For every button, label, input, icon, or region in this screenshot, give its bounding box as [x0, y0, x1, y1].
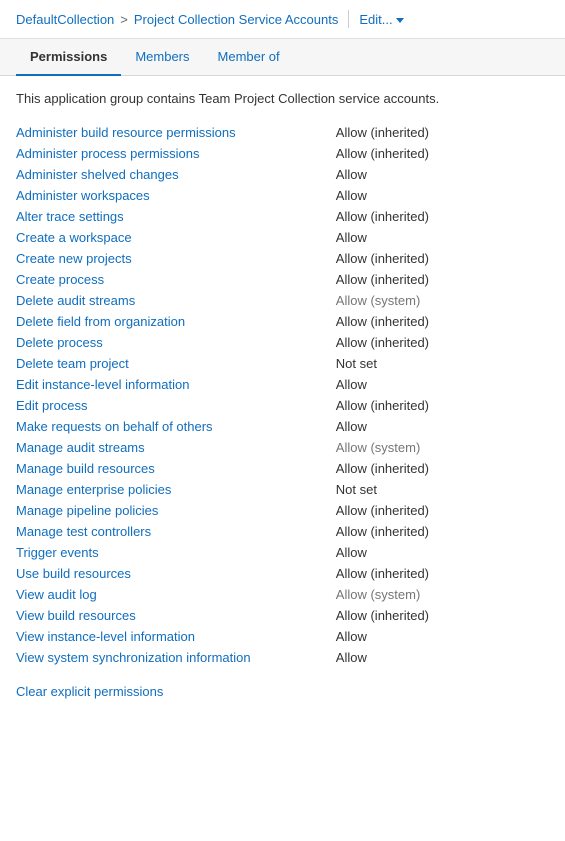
permission-name[interactable]: Manage build resources [16, 458, 336, 479]
permission-name[interactable]: View build resources [16, 605, 336, 626]
tab-permissions[interactable]: Permissions [16, 39, 121, 76]
permission-value: Allow [336, 647, 549, 668]
permission-value: Allow (inherited) [336, 563, 549, 584]
permission-name[interactable]: Delete team project [16, 353, 336, 374]
table-row: Edit instance-level informationAllow [16, 374, 549, 395]
table-row: View audit logAllow (system) [16, 584, 549, 605]
permission-value: Allow [336, 542, 549, 563]
permission-value: Allow (inherited) [336, 206, 549, 227]
main-content: This application group contains Team Pro… [0, 76, 565, 713]
group-description: This application group contains Team Pro… [16, 90, 549, 108]
permission-name[interactable]: Manage audit streams [16, 437, 336, 458]
table-row: Create a workspaceAllow [16, 227, 549, 248]
permission-value: Allow (inherited) [336, 143, 549, 164]
table-row: Delete field from organizationAllow (inh… [16, 311, 549, 332]
permission-value: Allow (inherited) [336, 500, 549, 521]
permission-value: Allow [336, 416, 549, 437]
table-row: View build resourcesAllow (inherited) [16, 605, 549, 626]
table-row: Make requests on behalf of othersAllow [16, 416, 549, 437]
table-row: Delete processAllow (inherited) [16, 332, 549, 353]
table-row: Delete audit streamsAllow (system) [16, 290, 549, 311]
table-row: Manage audit streamsAllow (system) [16, 437, 549, 458]
table-row: Create processAllow (inherited) [16, 269, 549, 290]
permission-name[interactable]: Edit instance-level information [16, 374, 336, 395]
chevron-down-icon [396, 18, 404, 23]
table-row: Administer process permissionsAllow (inh… [16, 143, 549, 164]
permission-name[interactable]: Delete audit streams [16, 290, 336, 311]
edit-label: Edit... [359, 12, 392, 27]
permission-name[interactable]: Administer build resource permissions [16, 122, 336, 143]
page-header: DefaultCollection > Project Collection S… [0, 0, 565, 39]
tab-members[interactable]: Members [121, 39, 203, 76]
tabs-bar: Permissions Members Member of [0, 39, 565, 76]
table-row: Manage test controllersAllow (inherited) [16, 521, 549, 542]
permission-value: Not set [336, 353, 549, 374]
table-row: Manage build resourcesAllow (inherited) [16, 458, 549, 479]
table-row: Use build resourcesAllow (inherited) [16, 563, 549, 584]
table-row: Edit processAllow (inherited) [16, 395, 549, 416]
header-divider [348, 10, 349, 28]
breadcrumb: DefaultCollection > Project Collection S… [16, 12, 338, 27]
permission-name[interactable]: Create new projects [16, 248, 336, 269]
permission-value: Allow [336, 374, 549, 395]
table-row: Administer workspacesAllow [16, 185, 549, 206]
breadcrumb-collection[interactable]: DefaultCollection [16, 12, 114, 27]
clear-permissions-link[interactable]: Clear explicit permissions [16, 684, 163, 699]
table-row: Administer build resource permissionsAll… [16, 122, 549, 143]
permission-name[interactable]: Create process [16, 269, 336, 290]
table-row: Manage pipeline policiesAllow (inherited… [16, 500, 549, 521]
permission-value: Allow (system) [336, 437, 549, 458]
permission-name[interactable]: Create a workspace [16, 227, 336, 248]
permission-name[interactable]: Use build resources [16, 563, 336, 584]
table-row: View system synchronization informationA… [16, 647, 549, 668]
permission-value: Allow (inherited) [336, 248, 549, 269]
permission-name[interactable]: Manage pipeline policies [16, 500, 336, 521]
permission-value: Allow (system) [336, 290, 549, 311]
permission-value: Allow (inherited) [336, 395, 549, 416]
breadcrumb-separator: > [120, 12, 128, 27]
permission-value: Allow [336, 626, 549, 647]
permission-name[interactable]: View audit log [16, 584, 336, 605]
permission-value: Allow [336, 227, 549, 248]
permission-value: Not set [336, 479, 549, 500]
table-row: Delete team projectNot set [16, 353, 549, 374]
permission-value: Allow (inherited) [336, 122, 549, 143]
table-row: Alter trace settingsAllow (inherited) [16, 206, 549, 227]
permission-name[interactable]: Edit process [16, 395, 336, 416]
permission-name[interactable]: Delete field from organization [16, 311, 336, 332]
permission-name[interactable]: Make requests on behalf of others [16, 416, 336, 437]
permission-name[interactable]: Manage enterprise policies [16, 479, 336, 500]
permission-name[interactable]: View instance-level information [16, 626, 336, 647]
permission-value: Allow (inherited) [336, 521, 549, 542]
permission-name[interactable]: Administer workspaces [16, 185, 336, 206]
breadcrumb-current: Project Collection Service Accounts [134, 12, 338, 27]
permission-value: Allow [336, 185, 549, 206]
permission-name[interactable]: Administer shelved changes [16, 164, 336, 185]
table-row: Trigger eventsAllow [16, 542, 549, 563]
permission-value: Allow (system) [336, 584, 549, 605]
permission-value: Allow [336, 164, 549, 185]
table-row: Create new projectsAllow (inherited) [16, 248, 549, 269]
permission-name[interactable]: View system synchronization information [16, 647, 336, 668]
permission-value: Allow (inherited) [336, 458, 549, 479]
permission-name[interactable]: Alter trace settings [16, 206, 336, 227]
table-row: View instance-level informationAllow [16, 626, 549, 647]
permission-name[interactable]: Administer process permissions [16, 143, 336, 164]
permission-name[interactable]: Delete process [16, 332, 336, 353]
permission-value: Allow (inherited) [336, 311, 549, 332]
permissions-table: Administer build resource permissionsAll… [16, 122, 549, 668]
table-row: Administer shelved changesAllow [16, 164, 549, 185]
permission-name[interactable]: Trigger events [16, 542, 336, 563]
permission-value: Allow (inherited) [336, 332, 549, 353]
permission-value: Allow (inherited) [336, 605, 549, 626]
tab-member-of[interactable]: Member of [204, 39, 294, 76]
permission-name[interactable]: Manage test controllers [16, 521, 336, 542]
table-row: Manage enterprise policiesNot set [16, 479, 549, 500]
permission-value: Allow (inherited) [336, 269, 549, 290]
edit-button[interactable]: Edit... [359, 12, 403, 27]
